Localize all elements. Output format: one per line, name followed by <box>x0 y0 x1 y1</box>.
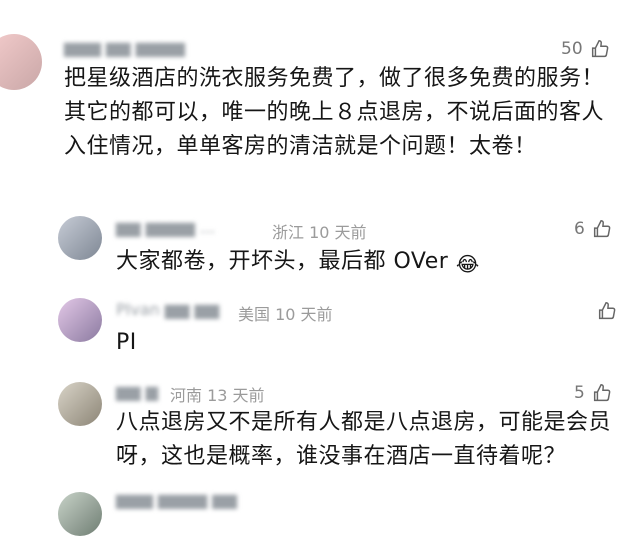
avatar[interactable] <box>0 34 42 90</box>
comment-meta: 美国 10 天前 <box>238 305 333 324</box>
comment-text: PI <box>116 330 137 355</box>
like-count: 6 <box>574 219 585 239</box>
comment-meta: 浙江 10 天前 <box>272 223 367 242</box>
like-control[interactable] <box>596 300 618 322</box>
like-control[interactable]: 6 <box>574 218 613 240</box>
avatar[interactable] <box>58 216 102 260</box>
username-blurred[interactable]: ▆▆ ▆ <box>116 382 158 401</box>
laughing-emoji-icon: 😂 <box>455 252 480 276</box>
comment-meta: 河南 13 天前 <box>170 386 265 405</box>
avatar[interactable] <box>58 382 102 426</box>
username-blurred[interactable]: ▆▆▆ ▆▆ ▆▆▆▆ <box>64 38 185 57</box>
comment-text-body: 大家都卷，开坏头，最后都 OVer <box>116 249 449 274</box>
like-control[interactable]: 5 <box>574 382 613 404</box>
thumbs-up-icon[interactable] <box>591 218 613 240</box>
like-count: 5 <box>574 383 585 403</box>
avatar[interactable] <box>58 298 102 342</box>
thumbs-up-icon[interactable] <box>591 382 613 404</box>
thumbs-up-icon[interactable] <box>596 300 618 322</box>
like-control[interactable]: 50 <box>561 38 611 60</box>
like-count: 50 <box>561 39 583 59</box>
comment-text: 八点退房又不是所有人都是八点退房，可能是会员呀，这也是概率，谁没事在酒店一直待着… <box>116 410 612 469</box>
comment-text: 大家都卷，开坏头，最后都 OVer 😂 <box>116 245 616 281</box>
username-blurred[interactable]: ▆▆▆ ▆▆▆▆ ▆▆ <box>116 490 237 509</box>
username-blurred[interactable]: ▆▆ ▆▆▆▆ ... <box>116 218 215 237</box>
username-blurred[interactable]: PIvan ▆▆ ▆▆ <box>116 300 219 319</box>
comment-text: 把星级酒店的洗衣服务免费了，做了很多免费的服务！其它的都可以，唯一的晚上８点退房… <box>64 66 605 159</box>
thumbs-up-icon[interactable] <box>589 38 611 60</box>
